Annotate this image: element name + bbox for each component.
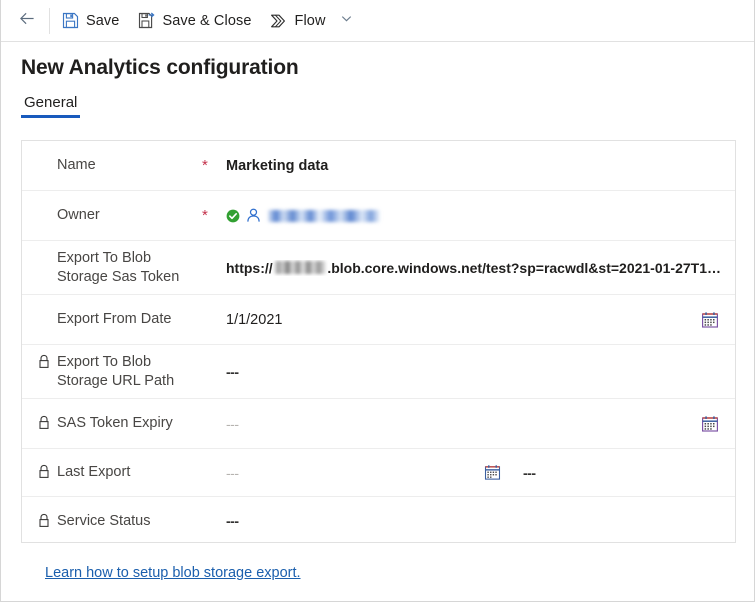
form-card: Name * Marketing data Owner * bbox=[21, 140, 736, 543]
required-indicator-sas-token bbox=[202, 267, 226, 268]
back-button[interactable] bbox=[9, 6, 45, 36]
export-from-date-value: 1/1/2021 bbox=[226, 312, 282, 328]
sas-token-expiry-value-container: --- bbox=[226, 416, 721, 432]
field-row-last-export: Last Export --- bbox=[22, 449, 735, 497]
toolbar-overflow-button[interactable] bbox=[336, 6, 358, 36]
save-and-close-button[interactable]: Save & Close bbox=[128, 6, 260, 36]
tab-general-label: General bbox=[24, 94, 77, 111]
service-status-value: --- bbox=[226, 513, 239, 529]
back-arrow-icon bbox=[18, 9, 37, 33]
save-and-close-icon bbox=[137, 12, 155, 30]
owner-name-redacted bbox=[268, 210, 380, 222]
last-export-date-value: --- bbox=[226, 465, 239, 481]
field-label-owner: Owner bbox=[42, 206, 202, 225]
chevron-down-icon bbox=[340, 12, 353, 30]
lock-icon bbox=[37, 354, 52, 370]
last-export-date-container: --- bbox=[226, 465, 446, 481]
owner-lookup-field[interactable] bbox=[226, 207, 721, 224]
field-label-blob-url-path: Export To Blob Storage URL Path bbox=[42, 353, 202, 391]
field-row-blob-url-path: Export To Blob Storage URL Path --- bbox=[22, 345, 735, 399]
lock-icon bbox=[37, 415, 52, 431]
field-label-blob-url-path-line1: Export To Blob bbox=[57, 354, 151, 370]
tab-general[interactable]: General bbox=[21, 94, 80, 118]
save-button-label: Save bbox=[86, 13, 119, 29]
tab-strip: General bbox=[1, 94, 754, 118]
blob-url-path-value-container: --- bbox=[226, 364, 721, 380]
sas-token-url-prefix: https:// bbox=[226, 260, 273, 276]
required-indicator-last-export bbox=[202, 472, 226, 473]
calendar-icon[interactable] bbox=[484, 464, 501, 481]
calendar-icon[interactable] bbox=[701, 415, 719, 433]
last-export-time-value: --- bbox=[523, 465, 536, 481]
save-disk-icon bbox=[61, 12, 79, 30]
lock-icon bbox=[37, 464, 52, 480]
field-row-sas-token-expiry: SAS Token Expiry --- bbox=[22, 399, 735, 449]
checkmark-circle-icon bbox=[226, 209, 240, 223]
required-indicator-sas-token-expiry bbox=[202, 423, 226, 424]
field-label-name: Name bbox=[42, 156, 202, 175]
field-row-name: Name * Marketing data bbox=[22, 141, 735, 191]
field-label-sas-token: Export To Blob Storage Sas Token bbox=[42, 249, 202, 287]
field-value-container-name[interactable]: Marketing data bbox=[226, 158, 721, 174]
flow-button[interactable]: Flow bbox=[261, 6, 335, 36]
field-label-sas-token-line1: Export To Blob bbox=[57, 250, 151, 266]
page-header: New Analytics configuration bbox=[1, 42, 754, 80]
name-input[interactable]: Marketing data bbox=[226, 158, 328, 174]
field-label-blob-url-path-line2: Storage URL Path bbox=[57, 373, 174, 389]
flow-button-label: Flow bbox=[295, 13, 326, 29]
field-row-export-from-date: Export From Date 1/1/2021 bbox=[22, 295, 735, 345]
field-label-sas-token-expiry: SAS Token Expiry bbox=[42, 414, 202, 433]
required-indicator-owner: * bbox=[202, 210, 226, 221]
export-from-date-input[interactable]: 1/1/2021 bbox=[226, 312, 721, 328]
field-row-owner: Owner * bbox=[22, 191, 735, 241]
field-label-export-from-date: Export From Date bbox=[42, 310, 202, 329]
save-button[interactable]: Save bbox=[52, 6, 128, 36]
page-title: New Analytics configuration bbox=[21, 56, 754, 80]
last-export-time-container: --- bbox=[480, 464, 536, 481]
field-label-service-status-text: Service Status bbox=[57, 513, 151, 529]
field-label-service-status: Service Status bbox=[42, 512, 202, 531]
blob-url-path-value: --- bbox=[226, 364, 239, 380]
field-label-last-export: Last Export bbox=[42, 463, 202, 482]
service-status-value-container: --- bbox=[226, 513, 721, 529]
sas-token-input[interactable]: https:// .blob.core.windows.net/test?sp=r… bbox=[226, 260, 721, 276]
app-window: Save Save & Close bbox=[0, 0, 755, 602]
required-indicator-blob-url-path bbox=[202, 371, 226, 372]
required-indicator-export-from-date bbox=[202, 319, 226, 320]
command-toolbar: Save Save & Close bbox=[1, 0, 754, 42]
field-label-sas-token-line2: Storage Sas Token bbox=[57, 269, 179, 285]
field-row-service-status: Service Status --- bbox=[22, 497, 735, 545]
lock-icon bbox=[37, 513, 52, 529]
flow-icon bbox=[270, 12, 288, 30]
calendar-icon[interactable] bbox=[701, 311, 719, 329]
sas-token-account-redacted bbox=[274, 261, 327, 274]
person-icon bbox=[245, 207, 262, 224]
footer-link-container: Learn how to setup blob storage export. bbox=[45, 564, 301, 582]
sas-token-expiry-value: --- bbox=[226, 416, 239, 432]
field-label-sas-token-expiry-text: SAS Token Expiry bbox=[57, 415, 173, 431]
save-and-close-button-label: Save & Close bbox=[162, 13, 251, 29]
field-row-sas-token: Export To Blob Storage Sas Token https:/… bbox=[22, 241, 735, 295]
learn-blob-storage-export-link[interactable]: Learn how to setup blob storage export. bbox=[45, 565, 301, 581]
sas-token-url-suffix: .blob.core.windows.net/test?sp=racwdl&st… bbox=[327, 260, 721, 276]
toolbar-divider bbox=[49, 8, 50, 34]
sas-token-value: https:// .blob.core.windows.net/test?sp=r… bbox=[226, 260, 721, 276]
required-indicator-name: * bbox=[202, 160, 226, 171]
field-label-last-export-text: Last Export bbox=[57, 464, 130, 480]
required-indicator-service-status bbox=[202, 521, 226, 522]
